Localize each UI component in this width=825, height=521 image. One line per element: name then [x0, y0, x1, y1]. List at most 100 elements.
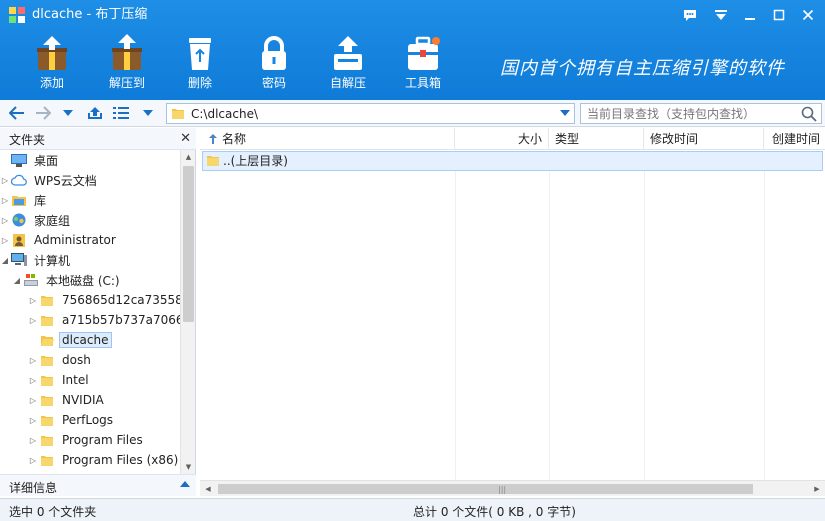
- feedback-button[interactable]: [678, 4, 702, 26]
- navigation-bar: C:\dlcache\: [0, 100, 825, 127]
- window-title: dlcache - 布丁压缩: [32, 7, 148, 22]
- minimize-button[interactable]: [738, 4, 762, 26]
- add-label: 添加: [39, 76, 64, 90]
- file-list: 名称 大小 类型 修改时间 创建时间 ..(上层目录) ◀ ||| ▶: [200, 128, 825, 496]
- close-panel-button[interactable]: ✕: [180, 131, 191, 146]
- delete-button[interactable]: 删除: [169, 34, 231, 96]
- column-modified-time[interactable]: 修改时间: [644, 128, 764, 150]
- tree-item-library[interactable]: ▷ 库: [0, 190, 49, 210]
- self-extract-icon: [334, 36, 362, 70]
- address-bar[interactable]: C:\dlcache\: [166, 103, 575, 124]
- column-name[interactable]: 名称: [200, 128, 455, 150]
- collapse-arrow-icon[interactable]: ◢: [0, 250, 10, 270]
- open-folder-icon: [38, 330, 56, 350]
- tree-item-computer[interactable]: ◢ 计算机: [0, 250, 73, 270]
- folder-panel: 文件夹 ✕ 桌面 ▷ WPS云文档 ▷ 库 ▷ 家庭组 ▷ Administra…: [0, 128, 196, 496]
- column-type[interactable]: 类型: [549, 128, 644, 150]
- tree-scrollbar[interactable]: ▲ ▼: [180, 150, 195, 474]
- chevron-up-icon[interactable]: [180, 481, 190, 487]
- expand-arrow-icon[interactable]: ▷: [28, 290, 38, 310]
- arrow-left-icon: [9, 106, 24, 120]
- tree-item-folder[interactable]: ▷ dosh: [28, 350, 94, 370]
- tree-item-folder[interactable]: ▷ 756865d12ca735582: [28, 290, 180, 310]
- scrollbar-thumb[interactable]: |||: [218, 484, 753, 494]
- close-button[interactable]: [796, 4, 820, 26]
- expand-arrow-icon[interactable]: ▷: [28, 390, 38, 410]
- password-label: 密码: [261, 76, 286, 90]
- tree-item-administrator[interactable]: ▷ Administrator: [0, 230, 119, 250]
- tree-item-folder[interactable]: ▷ Intel: [28, 370, 92, 390]
- search-input[interactable]: [587, 106, 795, 122]
- expand-arrow-icon[interactable]: ▷: [28, 410, 38, 430]
- expand-arrow-icon[interactable]: ▷: [28, 450, 38, 470]
- view-mode-button[interactable]: [110, 103, 132, 123]
- folder-icon: [38, 430, 56, 450]
- desktop-icon: [10, 150, 28, 170]
- expand-arrow-icon[interactable]: ▷: [28, 350, 38, 370]
- folder-icon: [38, 370, 56, 390]
- details-panel-header[interactable]: 详细信息: [0, 474, 196, 496]
- expand-arrow-icon[interactable]: ▷: [0, 170, 10, 190]
- hard-disk-icon: [22, 270, 40, 290]
- tree-item-desktop[interactable]: 桌面: [0, 150, 61, 170]
- tree-item-folder[interactable]: ▷ PerfLogs: [28, 410, 116, 430]
- search-icon[interactable]: [801, 106, 817, 122]
- forward-button[interactable]: [32, 103, 54, 123]
- tree-item-folder[interactable]: ▷ Program Files: [28, 430, 146, 450]
- address-path: C:\dlcache\: [191, 107, 258, 121]
- toolbox-button[interactable]: 工具箱: [392, 34, 454, 96]
- scrollbar-thumb[interactable]: [183, 166, 194, 322]
- menu-button[interactable]: [709, 4, 733, 26]
- expand-arrow-icon[interactable]: ▷: [28, 430, 38, 450]
- expand-arrow-icon[interactable]: ▷: [0, 230, 10, 250]
- tree-item-folder[interactable]: ▷ Program Files (x86): [28, 450, 180, 470]
- tree-item-folder[interactable]: ▷ a715b57b737a70667: [28, 310, 180, 330]
- collapse-arrow-icon[interactable]: ◢: [12, 270, 22, 290]
- chevron-down-icon[interactable]: [560, 110, 570, 116]
- column-created-time[interactable]: 创建时间: [764, 128, 825, 150]
- search-box[interactable]: [580, 103, 822, 124]
- lock-icon: [262, 36, 286, 70]
- folder-icon: [38, 450, 56, 470]
- scroll-left-icon[interactable]: ◀: [200, 481, 216, 497]
- password-button[interactable]: 密码: [243, 34, 305, 96]
- menu-dropdown-icon: [715, 9, 727, 20]
- user-folder-icon: [10, 230, 28, 250]
- up-level-button[interactable]: [84, 103, 106, 123]
- tree-item-local-disk-c[interactable]: ◢ 本地磁盘 (C:): [12, 270, 123, 290]
- title-bar[interactable]: dlcache - 布丁压缩: [0, 0, 825, 30]
- computer-icon: [10, 250, 28, 270]
- folder-icon: [172, 109, 184, 119]
- tree-item-dlcache[interactable]: dlcache: [28, 330, 112, 350]
- column-size[interactable]: 大小: [455, 128, 549, 150]
- toolbox-label: 工具箱: [404, 76, 441, 90]
- scroll-down-icon[interactable]: ▼: [181, 460, 196, 474]
- scroll-right-icon[interactable]: ▶: [809, 481, 825, 497]
- expand-arrow-icon[interactable]: ▷: [0, 190, 10, 210]
- status-bar: 选中 0 个文件夹 总计 0 个文件( 0 KB , 0 字节): [0, 498, 825, 521]
- close-icon: [802, 9, 814, 21]
- self-extract-button[interactable]: 自解压: [317, 34, 379, 96]
- table-row-parent-directory[interactable]: ..(上层目录): [202, 151, 823, 171]
- expand-arrow-icon[interactable]: ▷: [0, 210, 10, 230]
- list-horizontal-scrollbar[interactable]: ◀ ||| ▶: [200, 480, 825, 496]
- expand-arrow-icon[interactable]: ▷: [28, 370, 38, 390]
- view-mode-dropdown[interactable]: [140, 103, 156, 123]
- folder-icon: [207, 156, 219, 166]
- history-dropdown[interactable]: [60, 103, 76, 123]
- maximize-button[interactable]: [767, 4, 791, 26]
- tree-item-homegroup[interactable]: ▷ 家庭组: [0, 210, 73, 230]
- details-title: 详细信息: [9, 481, 58, 495]
- extract-to-button[interactable]: 解压到: [96, 34, 158, 96]
- tree-item-wps-cloud[interactable]: ▷ WPS云文档: [0, 170, 100, 190]
- app-logo-icon: [9, 7, 25, 23]
- tree-item-folder[interactable]: ▷ NVIDIA: [28, 390, 107, 410]
- delete-label: 删除: [187, 76, 212, 90]
- maximize-icon: [773, 9, 785, 21]
- library-icon: [10, 190, 28, 210]
- scroll-up-icon[interactable]: ▲: [181, 150, 196, 164]
- add-button[interactable]: 添加: [21, 34, 83, 96]
- grip-icon: |||: [498, 485, 507, 494]
- back-button[interactable]: [6, 103, 28, 123]
- expand-arrow-icon[interactable]: ▷: [28, 310, 38, 330]
